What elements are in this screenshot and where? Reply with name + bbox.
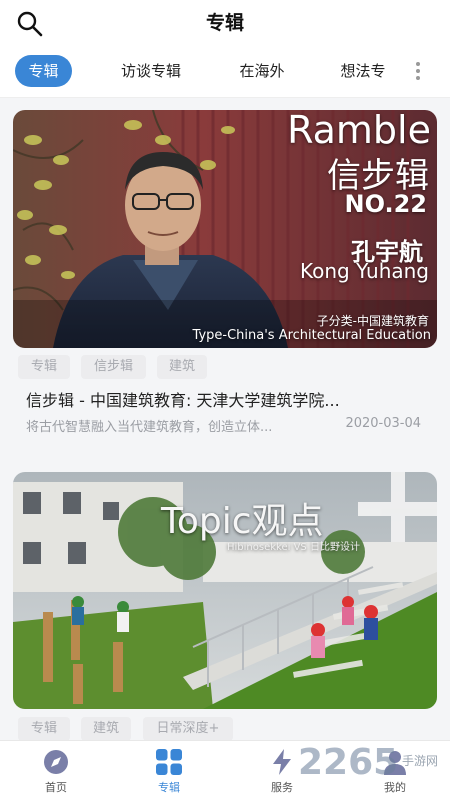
app: 专辑 专辑 访谈专辑 在海外 想法专 Ramble 信步辑 NO.22 孔宇航 …: [0, 0, 450, 800]
cover-ramble-text: Ramble: [287, 110, 431, 152]
album-cover-image[interactable]: Ramble 信步辑 NO.22 孔宇航 Kong Yuhang 子分类-中国建…: [13, 110, 437, 348]
cover-subtype-cn: 子分类-中国建筑教育: [316, 314, 429, 328]
tag-chip[interactable]: 信步辑: [81, 355, 146, 379]
nav-home[interactable]: 首页: [11, 747, 101, 795]
category-tabs: 专辑 访谈专辑 在海外 想法专: [0, 46, 450, 98]
card-title[interactable]: 信步辑 - 中国建筑教育: 天津大学建筑学院...: [26, 387, 421, 411]
nav-album[interactable]: 专辑: [124, 747, 214, 795]
compass-icon: [44, 750, 68, 774]
cover-subtype-en: Type-China's Architectural Education: [192, 328, 431, 343]
site-watermark: 2265 手游网: [298, 742, 448, 786]
cover-subtitle-text: Hibinosekkei VS 日比野设计: [227, 542, 360, 553]
card-date: 2020-03-04: [345, 416, 421, 431]
tab-ideas[interactable]: 想法专: [330, 55, 396, 87]
grid-icon: [156, 749, 182, 775]
tag-chip[interactable]: 日常深度+: [143, 717, 233, 741]
tag-chip[interactable]: 建筑: [157, 355, 207, 379]
cover-number-text: NO.22: [344, 190, 427, 218]
tab-album[interactable]: 专辑: [15, 55, 72, 87]
tab-interview-album[interactable]: 访谈专辑: [106, 55, 196, 87]
more-tabs-icon[interactable]: [412, 62, 424, 82]
watermark-site: 手游网: [402, 754, 439, 768]
top-bar: 专辑: [0, 0, 450, 46]
album-card[interactable]: Topic观点 Hibinosekkei VS 日比野设计 专辑 建筑 日常深度…: [13, 472, 437, 741]
tag-chip[interactable]: 建筑: [81, 717, 131, 741]
nav-label: 首页: [45, 781, 67, 794]
lightning-icon: [273, 749, 291, 775]
watermark-number: 2265: [298, 742, 399, 783]
nav-label: 专辑: [158, 781, 180, 794]
cover-name-en: Kong Yuhang: [300, 259, 429, 283]
card-description: 将古代智慧融入当代建筑教育，创造立体...: [26, 420, 273, 435]
album-cover-image[interactable]: Topic观点 Hibinosekkei VS 日比野设计: [13, 472, 437, 709]
tag-chip[interactable]: 专辑: [18, 355, 70, 379]
tab-overseas[interactable]: 在海外: [226, 55, 298, 87]
tag-chip[interactable]: 专辑: [18, 717, 70, 741]
album-card[interactable]: Ramble 信步辑 NO.22 孔宇航 Kong Yuhang 子分类-中国建…: [13, 110, 437, 440]
cover-topic-text: Topic观点: [161, 501, 324, 542]
page-title: 专辑: [205, 12, 244, 34]
